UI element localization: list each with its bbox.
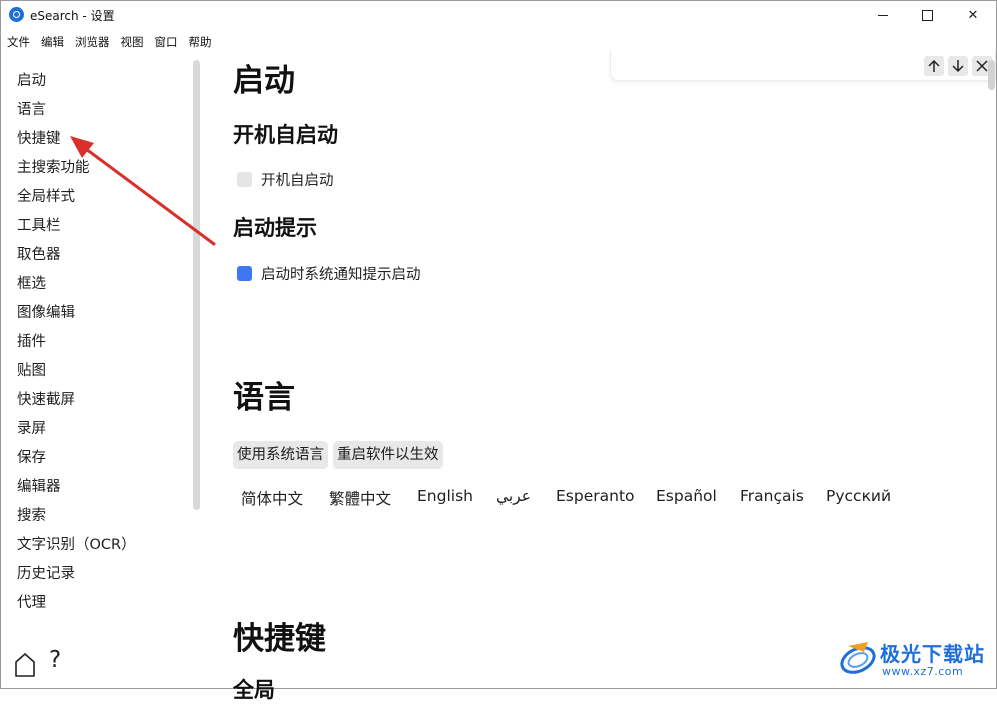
find-bar (610, 50, 996, 81)
startup-notify-label: 启动时系统通知提示启动 (261, 267, 421, 283)
section-title-startup: 启动 (233, 63, 295, 99)
startup-notify-option[interactable]: 启动时系统通知提示启动 (237, 263, 421, 284)
find-previous-button[interactable] (924, 56, 944, 76)
sidebar-item-quick-capture[interactable]: 快速截屏 (17, 388, 75, 409)
sidebar-item-toolbar[interactable]: 工具栏 (17, 214, 61, 235)
sidebar-scrollbar[interactable] (193, 60, 200, 510)
heading-startup-notify: 启动提示 (233, 216, 317, 240)
autostart-label: 开机自启动 (261, 173, 334, 189)
sidebar-item-save[interactable]: 保存 (17, 446, 46, 467)
watermark: 极光下载站 www.xz7.com (838, 636, 988, 684)
sidebar-item-shortcuts[interactable]: 快捷键 (17, 127, 61, 148)
close-button[interactable]: ✕ (950, 0, 996, 30)
lang-option-ru[interactable]: Русский (826, 487, 891, 505)
window-frame (0, 0, 997, 689)
sidebar-item-color-picker[interactable]: 取色器 (17, 243, 61, 264)
autostart-option[interactable]: 开机自启动 (237, 169, 334, 190)
section-title-language: 语言 (233, 380, 295, 416)
title-bar: eSearch - 设置 ✕ (0, 0, 997, 30)
sidebar-item-selection[interactable]: 框选 (17, 272, 46, 293)
menu-help[interactable]: 帮助 (182, 31, 216, 51)
lang-option-fr[interactable]: Français (740, 487, 804, 505)
help-icon[interactable]: ? (49, 647, 61, 673)
sidebar-item-startup[interactable]: 启动 (17, 69, 46, 90)
lang-option-en[interactable]: English (417, 487, 473, 505)
menu-edit[interactable]: 编辑 (34, 31, 68, 51)
sidebar-item-pin[interactable]: 贴图 (17, 359, 46, 380)
maximize-button[interactable] (904, 0, 950, 30)
sidebar-item-proxy[interactable]: 代理 (17, 591, 46, 612)
startup-notify-checkbox[interactable] (237, 266, 252, 281)
home-icon[interactable] (14, 652, 36, 678)
heading-autostart: 开机自启动 (233, 123, 338, 147)
minimize-icon (878, 14, 888, 16)
sidebar-item-image-edit[interactable]: 图像编辑 (17, 301, 75, 322)
use-system-language-button[interactable]: 使用系统语言 (233, 441, 328, 469)
annotation-arrow-icon (70, 136, 216, 246)
arrow-down-icon (952, 60, 964, 73)
maximize-icon (921, 9, 933, 21)
heading-global: 全局 (233, 678, 275, 702)
menu-file[interactable]: 文件 (0, 31, 34, 51)
sidebar-item-editor[interactable]: 编辑器 (17, 475, 61, 496)
lang-option-es[interactable]: Español (656, 487, 717, 505)
menu-browser[interactable]: 浏览器 (68, 31, 114, 51)
watermark-brand: 极光下载站 (880, 642, 985, 666)
sidebar-item-search[interactable]: 搜索 (17, 504, 46, 525)
close-icon: ✕ (967, 7, 979, 23)
lang-option-zh-hant[interactable]: 繁體中文 (329, 487, 391, 509)
restart-app-button[interactable]: 重启软件以生效 (333, 441, 443, 469)
sidebar-item-history[interactable]: 历史记录 (17, 562, 75, 583)
lang-option-ar[interactable]: عربي (496, 487, 531, 505)
sidebar-item-language[interactable]: 语言 (17, 98, 46, 119)
autostart-checkbox[interactable] (237, 172, 252, 187)
close-icon (976, 60, 988, 72)
find-next-button[interactable] (948, 56, 968, 76)
sidebar-item-record[interactable]: 录屏 (17, 417, 46, 438)
sidebar-item-plugins[interactable]: 插件 (17, 330, 46, 351)
sidebar-item-ocr[interactable]: 文字识别（OCR） (17, 533, 136, 554)
lang-option-eo[interactable]: Esperanto (556, 487, 635, 505)
menu-window[interactable]: 窗口 (148, 31, 182, 51)
watermark-logo-icon (840, 642, 876, 674)
app-logo-icon (9, 7, 24, 22)
menu-bar: 文件 编辑 浏览器 视图 窗口 帮助 (0, 31, 216, 51)
menu-view[interactable]: 视图 (114, 31, 148, 51)
main-scrollbar[interactable] (988, 60, 995, 90)
minimize-button[interactable] (860, 0, 906, 30)
watermark-url: www.xz7.com (882, 665, 964, 678)
arrow-up-icon (928, 59, 940, 72)
section-title-shortcuts: 快捷键 (233, 621, 326, 657)
language-button-row: 使用系统语言 重启软件以生效 (233, 441, 448, 469)
lang-option-zh-hans[interactable]: 简体中文 (241, 487, 303, 509)
window-title: eSearch - 设置 (30, 9, 115, 23)
